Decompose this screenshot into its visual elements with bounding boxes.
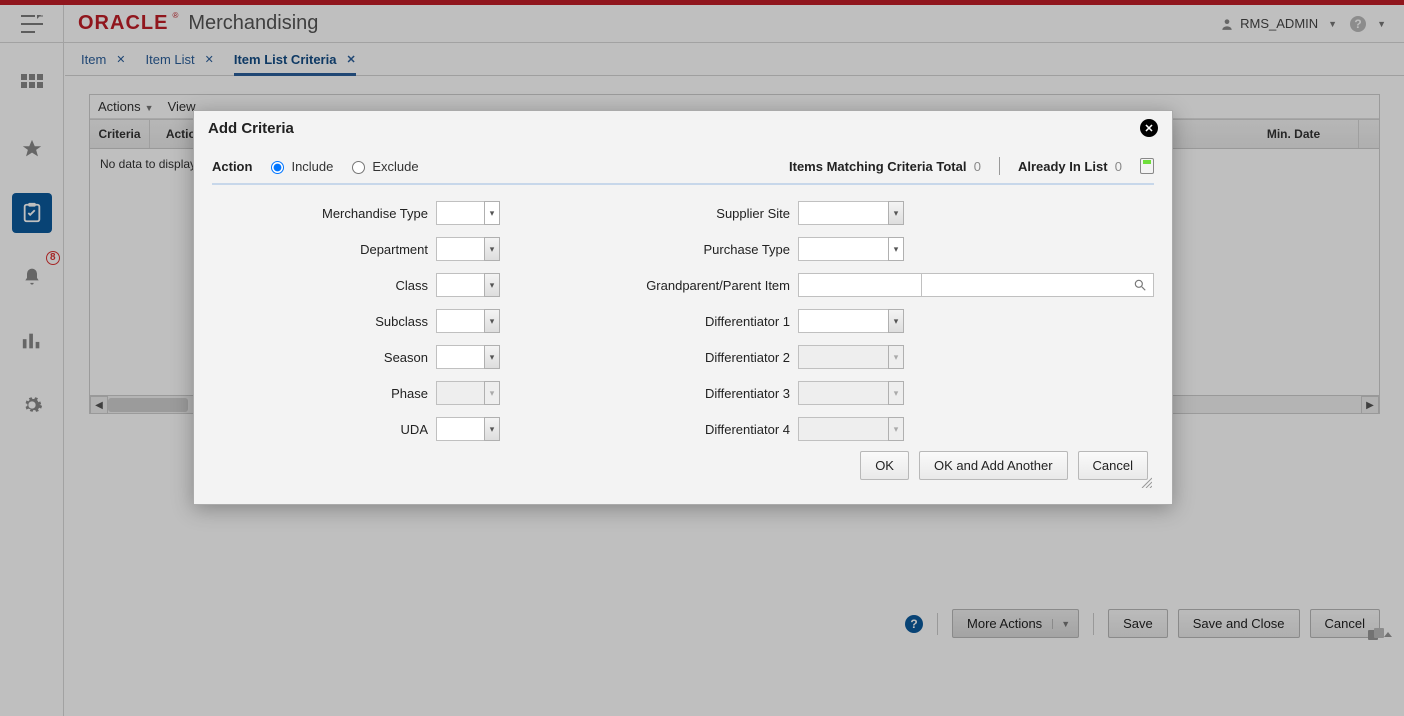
season-combo[interactable]: ▾	[436, 345, 500, 369]
calculator-icon[interactable]	[1140, 158, 1154, 174]
grandparent-item-label: Grandparent/Parent Item	[590, 278, 790, 293]
action-label: Action	[212, 159, 252, 174]
diff1-combo[interactable]: ▾	[798, 309, 904, 333]
purchase-type-combo[interactable]: ▾	[798, 237, 904, 261]
resize-handle-icon[interactable]	[1140, 476, 1152, 488]
already-label: Already In List	[1018, 159, 1108, 174]
dialog-cancel-button[interactable]: Cancel	[1078, 451, 1148, 480]
chevron-down-icon: ▾	[888, 417, 904, 441]
exclude-radio[interactable]: Exclude	[347, 158, 418, 174]
phase-label: Phase	[391, 386, 428, 401]
department-combo[interactable]: ▾	[436, 237, 500, 261]
add-criteria-dialog: Add Criteria ✕ Action Include Exclude It…	[193, 110, 1173, 505]
class-label: Class	[395, 278, 428, 293]
supplier-site-label: Supplier Site	[590, 206, 790, 221]
phase-combo: ▾	[436, 381, 500, 405]
chevron-down-icon: ▾	[484, 381, 500, 405]
uda-combo[interactable]: ▾	[436, 417, 500, 441]
ok-button[interactable]: OK	[860, 451, 909, 480]
diff2-label: Differentiator 2	[590, 350, 790, 365]
total-label: Items Matching Criteria Total	[789, 159, 966, 174]
merchandise-type-label: Merchandise Type	[322, 206, 428, 221]
chevron-down-icon: ▾	[888, 381, 904, 405]
diff3-combo: ▾	[798, 381, 904, 405]
supplier-site-combo[interactable]: ▾	[798, 201, 904, 225]
chevron-down-icon: ▾	[888, 201, 904, 225]
chevron-down-icon: ▾	[888, 237, 904, 261]
chevron-down-icon: ▾	[484, 417, 500, 441]
chevron-down-icon: ▾	[484, 273, 500, 297]
diff1-label: Differentiator 1	[590, 314, 790, 329]
diff4-combo: ▾	[798, 417, 904, 441]
close-icon[interactable]: ✕	[1140, 119, 1158, 137]
dialog-title: Add Criteria	[208, 120, 294, 137]
chevron-down-icon: ▾	[484, 201, 500, 225]
diff3-label: Differentiator 3	[590, 386, 790, 401]
season-label: Season	[384, 350, 428, 365]
diff2-combo: ▾	[798, 345, 904, 369]
chevron-down-icon: ▾	[484, 237, 500, 261]
search-icon[interactable]	[1133, 278, 1147, 292]
grandparent-item-lookup[interactable]	[798, 273, 1154, 297]
purchase-type-label: Purchase Type	[590, 242, 790, 257]
already-value: 0	[1115, 159, 1122, 174]
ok-add-another-button[interactable]: OK and Add Another	[919, 451, 1068, 480]
diff4-label: Differentiator 4	[590, 422, 790, 437]
chevron-down-icon: ▾	[484, 345, 500, 369]
merchandise-type-combo[interactable]: ▾	[436, 201, 500, 225]
chevron-down-icon: ▾	[484, 309, 500, 333]
uda-label: UDA	[401, 422, 428, 437]
subclass-label: Subclass	[375, 314, 428, 329]
include-radio[interactable]: Include	[266, 158, 333, 174]
chevron-down-icon: ▾	[888, 345, 904, 369]
class-combo[interactable]: ▾	[436, 273, 500, 297]
total-value: 0	[974, 159, 981, 174]
chevron-down-icon: ▾	[888, 309, 904, 333]
department-label: Department	[360, 242, 428, 257]
subclass-combo[interactable]: ▾	[436, 309, 500, 333]
